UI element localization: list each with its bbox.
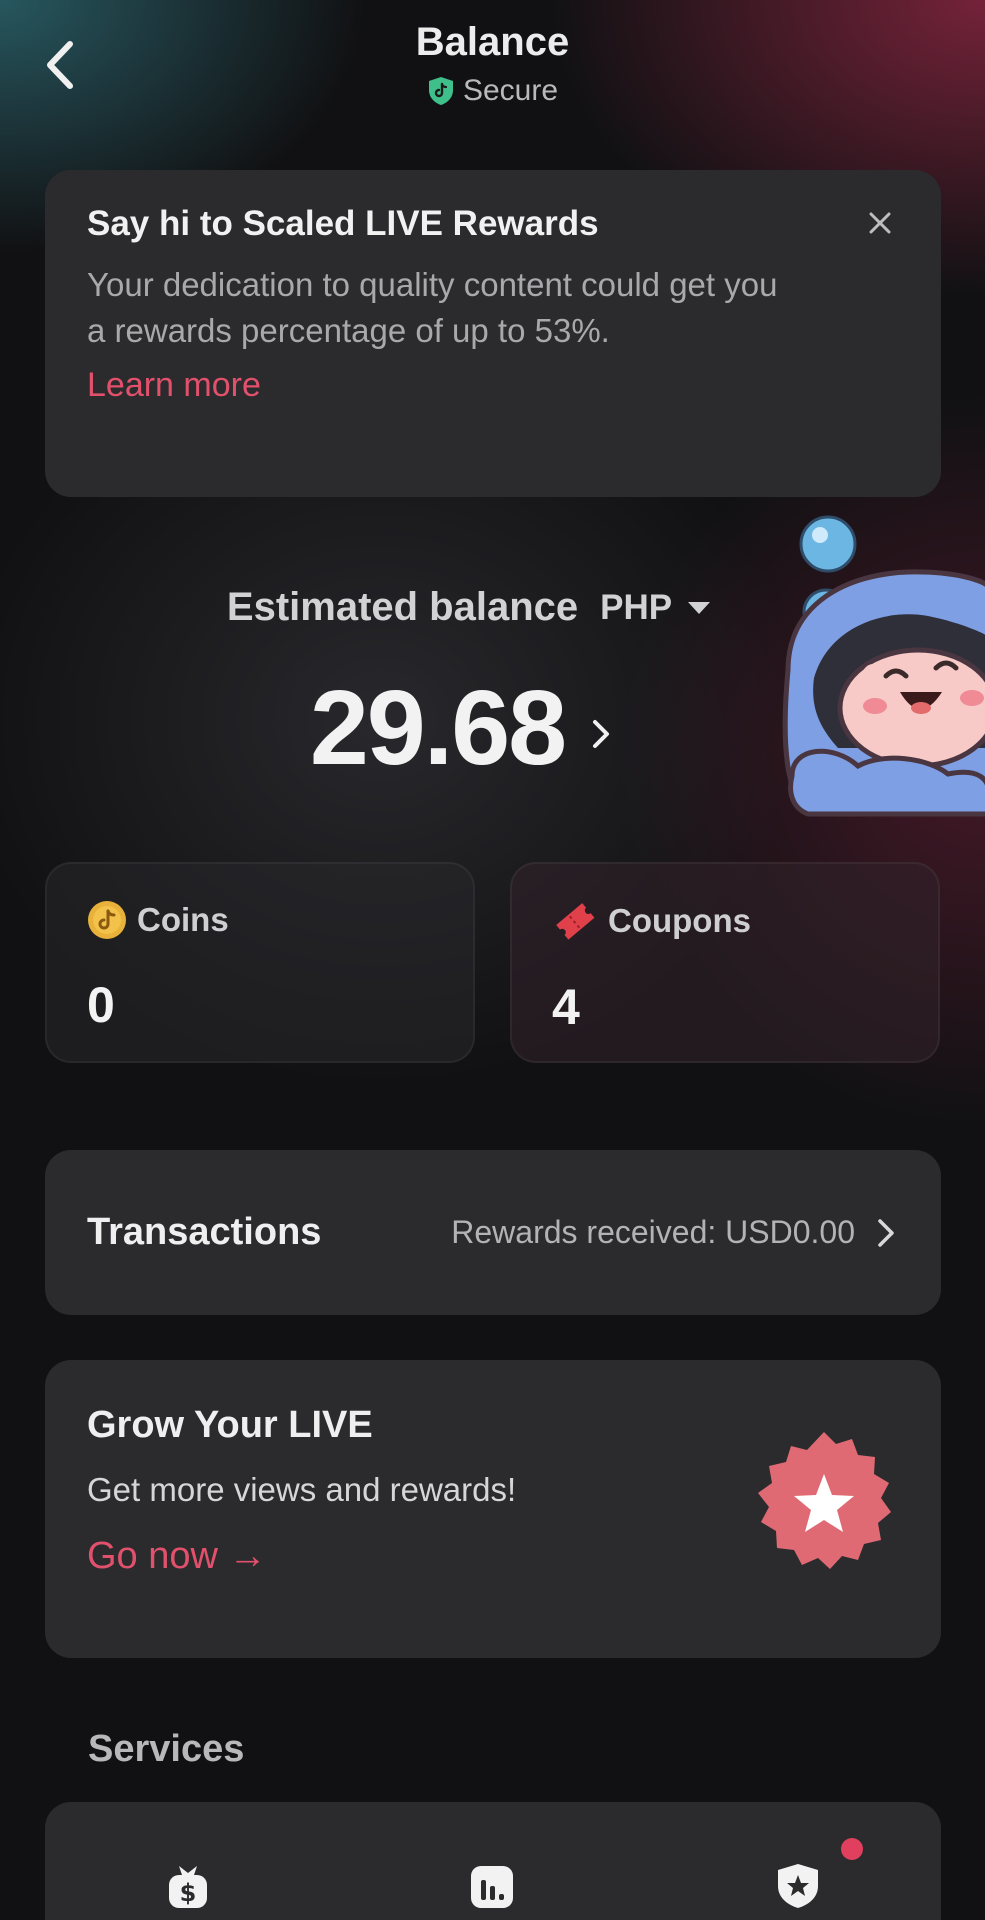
page-title: Balance (415, 20, 570, 64)
coins-card[interactable]: Coins 0 (45, 862, 475, 1063)
coin-icon (88, 901, 126, 939)
balance-label: Estimated balance (226, 585, 579, 629)
promo-title: Say hi to Scaled LIVE Rewards (87, 204, 599, 243)
bar-chart-icon[interactable] (467, 1862, 517, 1912)
balance-value[interactable]: 29.68 (310, 668, 567, 789)
rewards-received-text: Rewards received: USD0.00 (451, 1214, 855, 1250)
secure-indicator: Secure (0, 74, 985, 108)
currency-selector[interactable]: PHP (600, 588, 672, 628)
chevron-right-icon[interactable] (877, 1217, 895, 1249)
coins-label: Coins (137, 901, 229, 938)
notification-dot (841, 1838, 863, 1860)
transactions-row[interactable]: Transactions Rewards received: USD0.00 (45, 1150, 941, 1315)
coins-value: 0 (87, 977, 115, 1033)
rewards-promo-card: Say hi to Scaled LIVE Rewards Your dedic… (45, 170, 941, 497)
caret-down-icon[interactable] (688, 601, 711, 614)
transactions-title: Transactions (87, 1211, 322, 1253)
learn-more-link[interactable]: Learn more (87, 366, 261, 405)
star-shield-icon[interactable] (773, 1860, 823, 1910)
grow-live-card[interactable]: Grow Your LIVE Get more views and reward… (45, 1360, 941, 1658)
close-icon[interactable] (865, 208, 895, 238)
dollar-bag-icon[interactable]: $ (163, 1860, 213, 1910)
star-badge-icon (758, 1432, 891, 1569)
coupon-icon (556, 903, 595, 940)
secure-label: Secure (462, 74, 559, 107)
shield-icon (428, 77, 453, 105)
promo-body: Your dedication to quality content could… (87, 266, 778, 349)
coupons-value: 4 (552, 979, 580, 1035)
services-title: Services (88, 1728, 245, 1770)
coupons-label: Coupons (608, 902, 751, 939)
chevron-right-icon[interactable] (589, 714, 615, 754)
svg-text:$: $ (180, 1879, 197, 1907)
mascot-illustration (782, 515, 985, 817)
services-card: $ (45, 1802, 941, 1920)
coupons-card[interactable]: Coupons 4 (510, 862, 940, 1063)
